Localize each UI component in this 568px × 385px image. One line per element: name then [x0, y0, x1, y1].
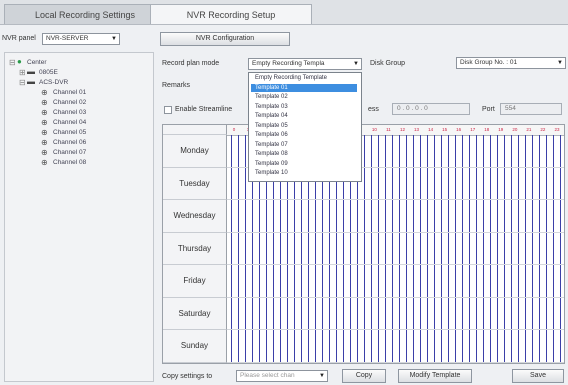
device-tree: ⊟ ● Center ⊞ ▬ 0805E ⊟ ▬ ACS-DVR ⊕ Channe… — [4, 52, 154, 382]
hour-label: 12 — [400, 127, 406, 132]
row-divider — [227, 231, 564, 233]
hour-label: 19 — [498, 127, 504, 132]
nvr-panel-label: NVR panel — [2, 35, 36, 42]
tree-node-acs-dvr[interactable]: ACS-DVR — [39, 79, 68, 86]
disk-group-value: Disk Group No. : 01 — [460, 59, 518, 66]
grid-corner — [163, 125, 227, 135]
schedule-grid[interactable]: 01234567891011121314151617181920212223 M… — [162, 124, 565, 364]
hour-label: 23 — [554, 127, 560, 132]
tree-channel[interactable]: Channel 04 — [53, 119, 86, 126]
nvr-select[interactable]: NVR-SERVER ▼ — [42, 33, 120, 45]
globe-icon: ● — [17, 57, 22, 66]
expand-icon[interactable]: ⊞ — [19, 68, 26, 77]
tab-local-recording-settings[interactable]: Local Recording Settings — [4, 4, 166, 25]
hour-label: 22 — [540, 127, 546, 132]
tree-channel[interactable]: Channel 02 — [53, 99, 86, 106]
save-button[interactable]: Save — [512, 369, 564, 383]
tree-channel[interactable]: Channel 05 — [53, 129, 86, 136]
device-icon: ▬ — [27, 67, 35, 76]
hour-label: 13 — [414, 127, 420, 132]
row-divider — [227, 329, 564, 331]
record-plan-mode-label: Record plan mode — [162, 60, 220, 67]
hour-label: 11 — [386, 127, 391, 132]
copy-button[interactable]: Copy — [342, 369, 386, 383]
template-option[interactable]: Template 07 — [251, 141, 357, 149]
day-label: Saturday — [163, 297, 227, 331]
day-label: Sunday — [163, 330, 227, 363]
chevron-down-icon: ▼ — [557, 60, 563, 66]
copy-target-select[interactable]: Please select chan ▼ — [236, 370, 328, 382]
tree-node-0805e[interactable]: 0805E — [39, 69, 58, 76]
hour-label: 17 — [470, 127, 476, 132]
template-option[interactable]: Template 08 — [251, 150, 357, 158]
camera-icon: ⊕ — [41, 98, 48, 107]
chevron-down-icon: ▼ — [353, 61, 359, 67]
hour-label: 21 — [526, 127, 532, 132]
template-option[interactable]: Template 05 — [251, 122, 357, 130]
hour-label: 10 — [371, 127, 377, 132]
camera-icon: ⊕ — [41, 118, 48, 127]
row-divider — [227, 296, 564, 298]
copy-settings-label: Copy settings to — [162, 373, 213, 380]
port-label: Port — [482, 106, 495, 113]
collapse-icon[interactable]: ⊟ — [9, 58, 16, 67]
hour-label: 20 — [512, 127, 518, 132]
tree-channel[interactable]: Channel 08 — [53, 159, 86, 166]
day-label: Monday — [163, 135, 227, 168]
template-option[interactable]: Template 09 — [251, 160, 357, 168]
day-label: Tuesday — [163, 167, 227, 201]
record-plan-mode-select[interactable]: Empty Recording Templa ▼ — [248, 58, 362, 70]
hour-label: 18 — [484, 127, 490, 132]
tab-nvr-recording-setup[interactable]: NVR Recording Setup — [150, 4, 312, 25]
hour-label: 16 — [456, 127, 462, 132]
enable-streamline-checkbox[interactable] — [164, 106, 172, 114]
disk-group-label: Disk Group — [370, 60, 406, 67]
template-option[interactable]: Template 02 — [251, 93, 357, 101]
hour-label: 15 — [442, 127, 448, 132]
disk-group-select[interactable]: Disk Group No. : 01 ▼ — [456, 57, 566, 69]
template-option[interactable]: Template 04 — [251, 112, 357, 120]
device-icon: ▬ — [27, 77, 35, 86]
copy-target-placeholder: Please select chan — [240, 372, 295, 379]
tree-root[interactable]: Center — [27, 59, 47, 66]
template-dropdown-list: Empty Recording Template Template 01 Templ… — [248, 72, 362, 182]
record-plan-mode-value: Empty Recording Templa — [252, 60, 325, 67]
template-option[interactable]: Template 03 — [251, 103, 357, 111]
chevron-down-icon: ▼ — [111, 36, 117, 42]
nvr-configuration-button[interactable]: NVR Configuration — [160, 32, 290, 46]
row-divider — [227, 199, 564, 201]
top-toolbar: NVR panel NVR-SERVER ▼ NVR Configuration — [0, 24, 568, 53]
camera-icon: ⊕ — [41, 128, 48, 137]
tab-bar: Local Recording Settings NVR Recording S… — [0, 0, 568, 25]
hour-label: 0 — [232, 127, 236, 132]
camera-icon: ⊕ — [41, 138, 48, 147]
hour-label: 14 — [428, 127, 434, 132]
modify-template-button[interactable]: Modify Template — [398, 369, 472, 383]
port-field[interactable]: 554 — [500, 103, 562, 115]
day-label: Wednesday — [163, 200, 227, 233]
day-label: Thursday — [163, 232, 227, 266]
row-divider — [227, 264, 564, 266]
collapse-icon[interactable]: ⊟ — [19, 78, 26, 87]
template-option[interactable]: Empty Recording Template — [251, 74, 357, 82]
enable-streamline-label: Enable Streamline — [175, 106, 233, 113]
ip-address-label: ess — [368, 106, 379, 113]
camera-icon: ⊕ — [41, 108, 48, 117]
ip-address-field[interactable]: 0 . 0 . 0 . 0 — [392, 103, 470, 115]
template-option[interactable]: Template 10 — [251, 169, 357, 177]
camera-icon: ⊕ — [41, 148, 48, 157]
row-divider — [227, 362, 564, 363]
template-option[interactable]: Template 01 — [251, 83, 357, 92]
nvr-select-value: NVR-SERVER — [46, 35, 89, 42]
template-option[interactable]: Template 06 — [251, 131, 357, 139]
tree-channel[interactable]: Channel 03 — [53, 109, 86, 116]
tree-channel[interactable]: Channel 07 — [53, 149, 86, 156]
camera-icon: ⊕ — [41, 88, 48, 97]
camera-icon: ⊕ — [41, 158, 48, 167]
chevron-down-icon: ▼ — [319, 373, 325, 379]
remarks-label: Remarks — [162, 82, 191, 89]
day-label: Friday — [163, 265, 227, 298]
tree-channel[interactable]: Channel 06 — [53, 139, 86, 146]
tree-channel[interactable]: Channel 01 — [53, 89, 86, 96]
